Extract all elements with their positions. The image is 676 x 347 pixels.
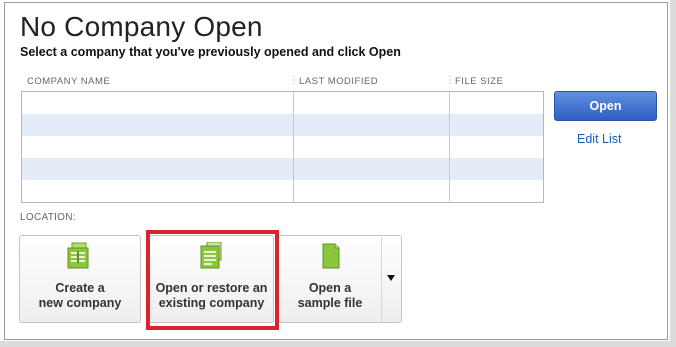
column-separator[interactable]: ⋮ (445, 75, 455, 86)
tile-label-line: Open or restore an (155, 281, 268, 295)
column-header-last-modified[interactable]: LAST MODIFIED (299, 76, 378, 87)
tile-label-line: new company (38, 296, 122, 310)
page-subtitle: Select a company that you've previously … (20, 45, 401, 59)
table-row[interactable] (22, 158, 543, 180)
window-edge-bottom (0, 341, 676, 347)
sample-file-icon (322, 243, 340, 269)
table-row[interactable] (22, 92, 543, 114)
tile-label: Create a new company (20, 281, 140, 311)
table-row[interactable] (22, 114, 543, 136)
open-or-restore-company-button[interactable]: Open or restore an existing company (149, 235, 274, 323)
column-header-file-size[interactable]: FILE SIZE (455, 76, 503, 87)
dropdown-arrow-icon (387, 275, 395, 281)
location-label: LOCATION: (20, 212, 76, 223)
open-company-icon (200, 242, 221, 269)
column-header-company-name[interactable]: COMPANY NAME (27, 76, 110, 87)
sample-file-dropdown[interactable] (381, 238, 401, 322)
table-row[interactable] (22, 180, 543, 202)
no-company-open-panel: No Company Open Select a company that yo… (4, 2, 668, 340)
table-row[interactable] (22, 136, 543, 158)
tile-label-line: sample file (297, 296, 363, 310)
edit-list-link[interactable]: Edit List (577, 132, 621, 146)
open-button[interactable]: Open (554, 91, 657, 121)
company-list-table[interactable] (21, 91, 544, 203)
create-new-company-button[interactable]: Create a new company (19, 235, 141, 323)
tile-label-line: Create a (55, 281, 105, 295)
column-divider (449, 92, 450, 202)
tile-label-line: existing company (158, 296, 265, 310)
column-separator[interactable]: ⋮ (289, 75, 299, 86)
page-title: No Company Open (20, 11, 263, 42)
open-button-label: Open (589, 99, 622, 113)
window-edge-right (670, 0, 676, 347)
new-company-icon (67, 242, 89, 269)
column-divider (293, 92, 294, 202)
tile-label: Open a sample file (279, 281, 381, 311)
tile-label: Open or restore an existing company (150, 281, 273, 311)
tile-label-line: Open a (308, 281, 352, 295)
